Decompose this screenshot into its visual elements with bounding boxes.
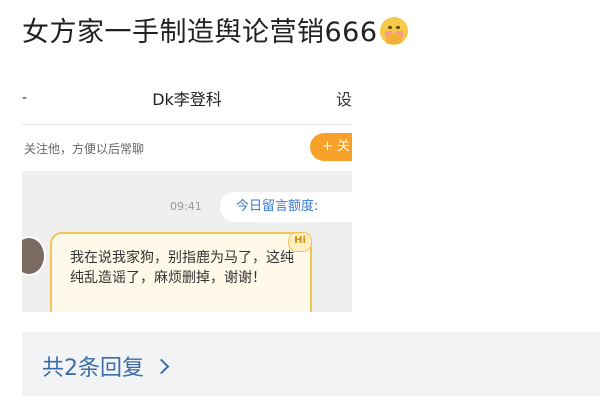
follow-prompt-bar: 关注他，方便以后常聊 + 关	[22, 125, 352, 171]
replies-bar[interactable]: 共2条回复	[22, 332, 600, 396]
message-quota-notice: 今日留言额度:	[220, 192, 352, 222]
post-title: 女方家一手制造舆论营销666	[22, 10, 408, 49]
chat-nav-bar: - Dk李登科 设	[22, 66, 352, 124]
avatar	[22, 236, 46, 276]
follow-prompt-text: 关注他，方便以后常聊	[24, 142, 145, 156]
view-replies-label: 共2条回复	[42, 356, 144, 381]
chat-message-bubble: 我在说我家狗，别指鹿为马了，这纯纯乱造谣了，麻烦删掉，谢谢！ Hi	[50, 232, 312, 312]
view-replies-link[interactable]: 共2条回复	[42, 350, 170, 382]
chat-message-text: 我在说我家狗，别指鹿为马了，这纯纯乱造谣了，麻烦删掉，谢谢！	[70, 250, 294, 286]
post-title-text: 女方家一手制造舆论营销666	[22, 17, 378, 48]
face-with-hand-over-mouth-icon	[379, 17, 408, 45]
follow-button: + 关	[310, 133, 352, 161]
chat-title: Dk李登科	[152, 90, 222, 109]
settings-label: 设	[335, 90, 352, 109]
embedded-chat-screenshot[interactable]: - Dk李登科 设 关注他，方便以后常聊 + 关 09:41 今日留言额度: 我…	[22, 66, 352, 312]
hi-badge-icon: Hi	[288, 232, 312, 252]
message-timestamp: 09:41	[170, 200, 202, 213]
chevron-right-icon	[153, 358, 170, 375]
